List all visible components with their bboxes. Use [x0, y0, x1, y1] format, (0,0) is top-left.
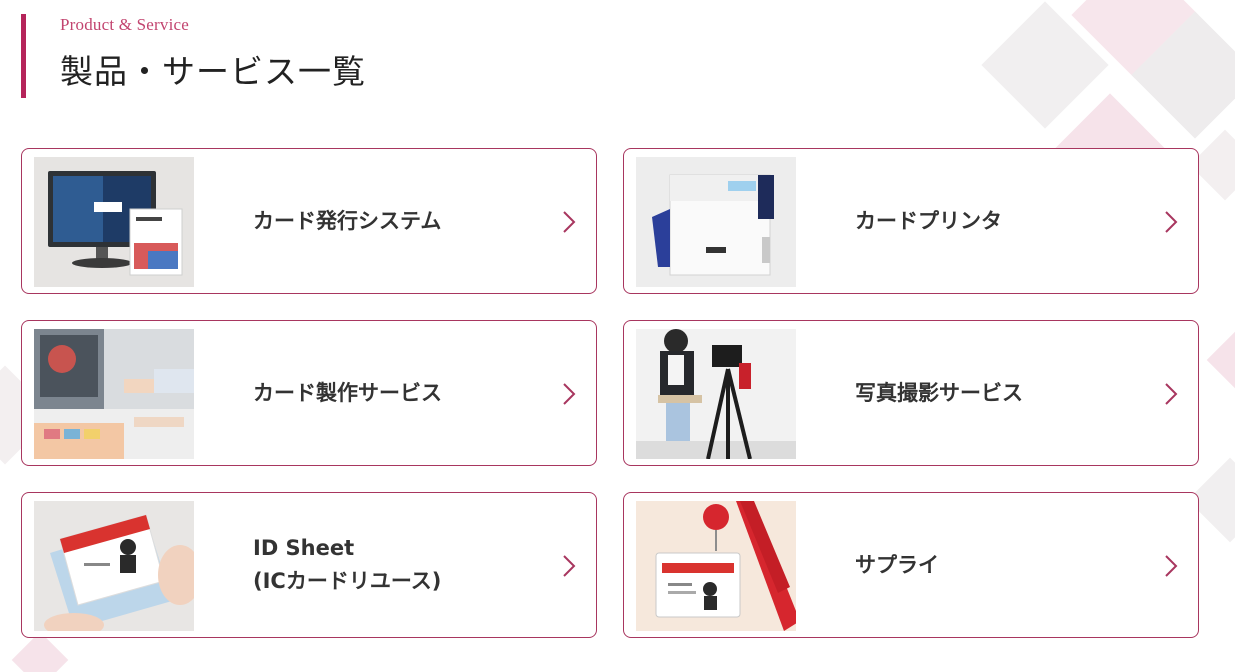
chevron-right-icon: [1165, 211, 1178, 233]
chevron-right-icon: [563, 555, 576, 577]
chevron-right-icon: [1165, 383, 1178, 405]
card-production-photo: [34, 329, 194, 459]
card-printer-card[interactable]: カードプリンタ: [623, 148, 1199, 294]
card-label-text: カードプリンタ: [855, 208, 1002, 233]
section-header: Product & Service 製品・サービス一覧: [21, 14, 366, 98]
card-label-text: カード製作サービス: [253, 380, 442, 405]
card-label: 写真撮影サービス: [855, 321, 1023, 465]
chevron-right-icon: [1165, 555, 1178, 577]
photo-shooting-service-card[interactable]: 写真撮影サービス: [623, 320, 1199, 466]
supply-lanyard-photo: [636, 501, 796, 631]
card-issuing-system-card[interactable]: カード発行システム: [21, 148, 597, 294]
card-label: カード発行システム: [253, 149, 441, 293]
card-production-service-card[interactable]: カード製作サービス: [21, 320, 597, 466]
photo-shooting-photo: [636, 329, 796, 459]
card-label-line2: (ICカードリユース): [253, 569, 442, 593]
card-label: カードプリンタ: [855, 149, 1002, 293]
card-label: カード製作サービス: [253, 321, 442, 465]
card-label: サプライ: [855, 493, 939, 637]
page-title: 製品・サービス一覧: [60, 52, 366, 91]
card-issuing-software-photo: [34, 157, 194, 287]
id-sheet-card[interactable]: ID Sheet (ICカードリユース): [21, 492, 597, 638]
card-label-line1: ID Sheet: [253, 536, 355, 561]
card-label-text: カード発行システム: [253, 208, 442, 233]
chevron-right-icon: [563, 383, 576, 405]
card-label-text: 写真撮影サービス: [855, 380, 1023, 405]
card-printer-photo: [636, 157, 796, 287]
card-label-text: サプライ: [855, 552, 939, 577]
supply-card[interactable]: サプライ: [623, 492, 1199, 638]
card-label: ID Sheet (ICカードリユース): [253, 493, 441, 637]
id-sheet-photo: [34, 501, 194, 631]
chevron-right-icon: [563, 211, 576, 233]
section-eyebrow: Product & Service: [60, 15, 189, 34]
